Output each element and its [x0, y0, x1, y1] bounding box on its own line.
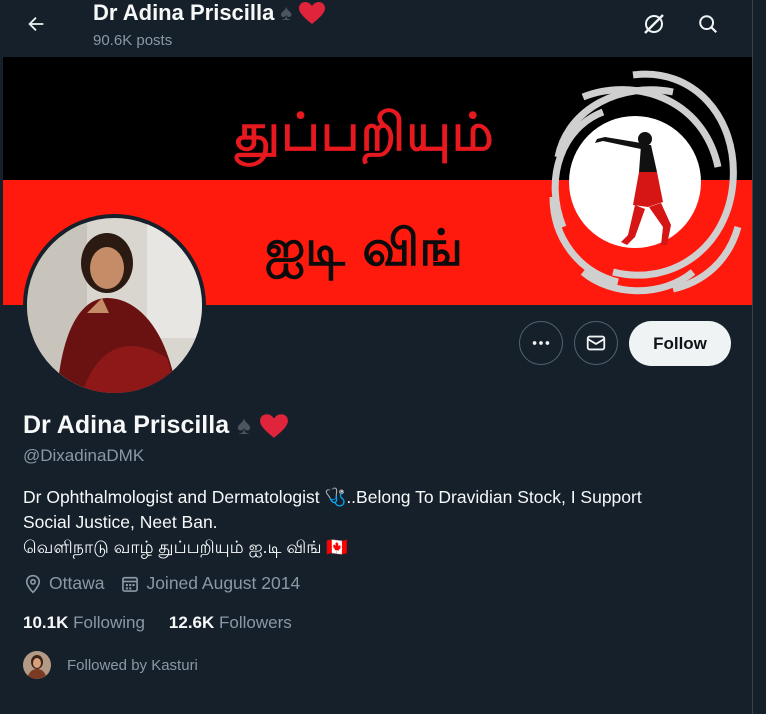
following-label: Following	[73, 613, 145, 632]
profile-name-row: Dr Adina Priscilla ♠	[23, 410, 289, 441]
message-button[interactable]	[574, 321, 618, 365]
location-item: Ottawa	[23, 573, 104, 594]
profile-bio: Dr Ophthalmologist and Dermatologist 🩺..…	[23, 485, 743, 560]
joined-text: Joined August 2014	[146, 573, 301, 593]
following-count: 10.1K	[23, 613, 69, 632]
spade-icon: ♠	[237, 410, 251, 440]
follower-avatar	[23, 651, 51, 679]
spade-icon: ♠	[280, 0, 293, 25]
grok-button[interactable]	[636, 6, 672, 42]
banner-text-1: துப்பறியும்	[235, 103, 495, 163]
followers-link[interactable]: 12.6K Followers	[169, 613, 292, 633]
profile-avatar[interactable]	[23, 214, 206, 397]
mail-icon	[586, 335, 606, 351]
banner-text-2: ஐடி விங்	[265, 219, 464, 277]
back-button[interactable]	[18, 6, 54, 42]
profile-name: Dr Adina Priscilla	[23, 411, 230, 439]
arrow-left-icon	[28, 16, 44, 32]
profile-column: Dr Adina Priscilla ♠ 90.6K posts துப்பறி…	[0, 0, 753, 714]
more-options-button[interactable]	[519, 321, 563, 365]
profile-header: Dr Adina Priscilla ♠ 90.6K posts	[0, 0, 752, 56]
following-link[interactable]: 10.1K Following	[23, 613, 145, 633]
joined-item: Joined August 2014	[120, 573, 300, 594]
bio-line: வெளிநாடு வாழ் துப்பறியும் ஐ.டி விங் 🇨🇦	[23, 537, 349, 557]
header-title: Dr Adina Priscilla	[93, 0, 275, 25]
bio-line: Social Justice, Neet Ban.	[23, 512, 218, 532]
follower-avatar-photo	[23, 651, 51, 679]
followed-by-text: Followed by Kasturi	[67, 656, 198, 674]
profile-stats: 10.1K Following 12.6K Followers	[23, 613, 292, 633]
bio-line: Dr Ophthalmologist and Dermatologist 🩺..…	[23, 487, 642, 507]
calendar-icon	[122, 576, 139, 592]
search-button[interactable]	[690, 6, 726, 42]
avatar-photo	[27, 218, 202, 393]
followers-label: Followers	[219, 613, 292, 632]
post-count: 90.6K posts	[93, 32, 173, 49]
scrollbar-gutter[interactable]	[753, 0, 766, 714]
profile-meta: Ottawa Joined August 2014	[23, 573, 316, 594]
gun-barrel-spiral-graphic	[549, 70, 742, 295]
grok-icon	[644, 14, 664, 34]
heart-icon	[299, 2, 326, 24]
followed-by-row[interactable]: Followed by Kasturi	[23, 651, 198, 679]
followers-count: 12.6K	[168, 613, 215, 632]
profile-handle: @DixadinaDMK	[23, 446, 145, 465]
location-pin-icon	[25, 574, 41, 594]
header-title-row: Dr Adina Priscilla ♠	[93, 0, 326, 26]
more-icon	[532, 341, 550, 345]
follow-button[interactable]: Follow	[629, 321, 731, 366]
heart-icon	[259, 413, 288, 438]
location-text: Ottawa	[49, 573, 105, 593]
search-icon	[699, 15, 718, 34]
